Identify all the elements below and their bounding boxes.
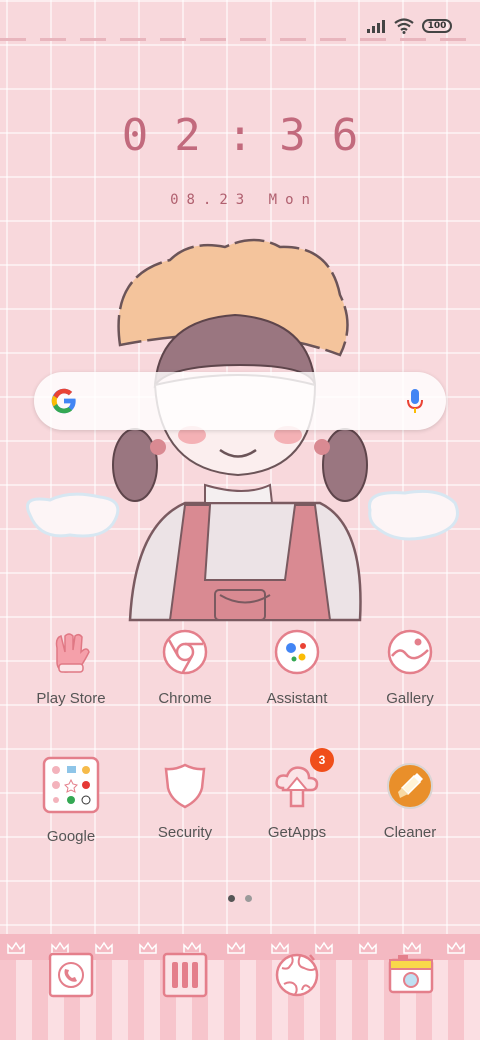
app-google-folder[interactable]: Google — [16, 756, 126, 845]
phone-icon[interactable] — [48, 952, 94, 998]
app-label: Google — [46, 828, 96, 845]
status-bar: 100 — [366, 14, 452, 38]
app-chrome[interactable]: Chrome — [130, 628, 240, 707]
left-wing-icon — [26, 492, 120, 538]
app-label: Play Store — [36, 690, 106, 707]
app-gallery[interactable]: Gallery — [355, 628, 465, 707]
notification-badge: 3 — [310, 748, 334, 772]
wifi-icon — [394, 18, 414, 34]
page-indicator[interactable] — [228, 895, 252, 902]
globe-icon[interactable] — [274, 952, 320, 998]
app-security[interactable]: Security — [130, 762, 240, 841]
dock — [0, 934, 480, 1040]
camera-icon[interactable] — [388, 952, 434, 998]
clock-time[interactable]: 02:36 — [0, 110, 480, 161]
google-search-bar[interactable] — [34, 372, 446, 430]
app-label: Assistant — [266, 690, 328, 707]
clock-date[interactable]: 08.23 Mon — [0, 192, 480, 208]
app-cleaner[interactable]: Cleaner — [355, 762, 465, 841]
app-label: Gallery — [386, 690, 434, 707]
wallpaper-illustration — [26, 238, 459, 622]
brush-icon — [387, 763, 433, 809]
gallery-icon — [387, 629, 433, 675]
app-assistant[interactable]: Assistant — [242, 628, 352, 707]
glove-icon — [55, 633, 90, 673]
app-label: Cleaner — [383, 824, 437, 841]
google-g-icon — [51, 388, 76, 414]
apps-drawer-icon[interactable] — [162, 952, 208, 998]
mic-icon[interactable] — [406, 388, 424, 414]
app-label: GetApps — [267, 824, 327, 841]
page-dot[interactable] — [245, 895, 252, 902]
app-label: Chrome — [158, 690, 212, 707]
folder-icon — [42, 756, 100, 814]
page-dot-active[interactable] — [228, 895, 235, 902]
app-label: Security — [157, 824, 213, 841]
decorative-dashed-line — [0, 38, 480, 41]
app-getapps[interactable]: 3 GetApps — [242, 748, 352, 841]
right-wing-icon — [367, 489, 459, 541]
assistant-icon — [274, 629, 320, 675]
shield-icon — [164, 763, 206, 809]
battery-indicator: 100 — [422, 19, 452, 33]
signal-icon — [367, 20, 385, 33]
app-play-store[interactable]: Play Store — [16, 628, 126, 707]
chrome-icon — [162, 629, 208, 675]
